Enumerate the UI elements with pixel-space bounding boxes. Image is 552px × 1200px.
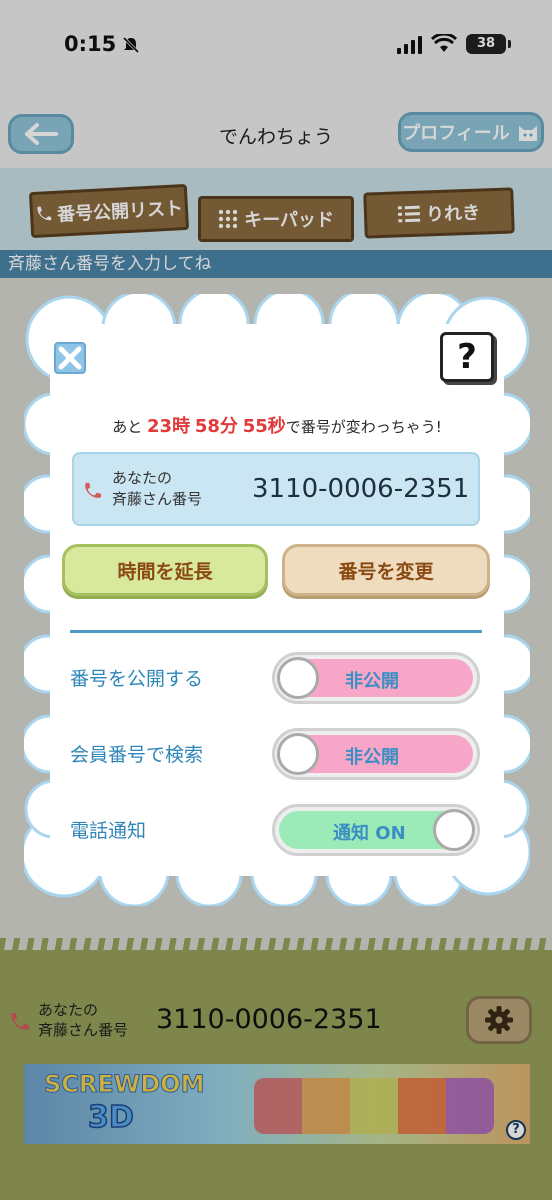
- toggle-knob[interactable]: [433, 809, 475, 851]
- toggle-call-notify[interactable]: 通知 ON: [272, 804, 480, 856]
- countdown-minutes: 58: [194, 416, 220, 437]
- toggle-state-publish: 非公開: [345, 671, 399, 692]
- number-card-value: 3110-0006-2351: [252, 474, 470, 504]
- setting-row-call-notify: 電話通知 通知 ON: [70, 802, 482, 858]
- countdown-prefix: あと: [112, 418, 143, 436]
- divider: [70, 630, 482, 633]
- toggle-publish[interactable]: 非公開: [272, 652, 480, 704]
- help-button[interactable]: ?: [440, 332, 494, 382]
- countdown-seconds: 55: [242, 416, 268, 437]
- setting-label-member-search: 会員番号で検索: [70, 744, 204, 766]
- setting-label-call-notify: 電話通知: [70, 820, 147, 842]
- setting-row-publish: 番号を公開する 非公開: [70, 650, 482, 706]
- toggle-knob[interactable]: [277, 733, 319, 775]
- number-card-label: あなたの 斉藤さん番号: [112, 468, 202, 510]
- number-card: あなたの 斉藤さん番号 3110-0006-2351: [72, 452, 480, 526]
- change-number-button[interactable]: 番号を変更: [282, 544, 490, 596]
- countdown-seconds-unit: 秒: [267, 416, 286, 437]
- toggle-state-member-search: 非公開: [345, 747, 399, 768]
- close-button[interactable]: [54, 342, 86, 374]
- setting-label-publish: 番号を公開する: [70, 668, 204, 690]
- countdown-suffix: で番号が変わっちゃう!: [285, 418, 442, 436]
- number-card-label-line2: 斉藤さん番号: [112, 490, 203, 508]
- countdown-minutes-unit: 分: [219, 416, 238, 437]
- phone-icon: [85, 482, 101, 498]
- number-settings-dialog: ? あと 23時 58分 55秒で番号が変わっちゃう! あなたの 斉藤さん番号 …: [24, 294, 530, 906]
- toggle-member-search[interactable]: 非公開: [272, 728, 480, 780]
- countdown-message: あと 23時 58分 55秒で番号が変わっちゃう!: [24, 412, 530, 438]
- number-card-label-line1: あなたの: [112, 469, 173, 487]
- close-icon: [58, 346, 82, 370]
- countdown-hours-unit: 時: [172, 416, 191, 437]
- extend-time-button[interactable]: 時間を延長: [62, 544, 268, 596]
- setting-row-member-search: 会員番号で検索 非公開: [70, 726, 482, 782]
- countdown-hours: 23: [147, 416, 173, 437]
- toggle-knob[interactable]: [277, 657, 319, 699]
- toggle-state-call-notify: 通知 ON: [333, 823, 406, 844]
